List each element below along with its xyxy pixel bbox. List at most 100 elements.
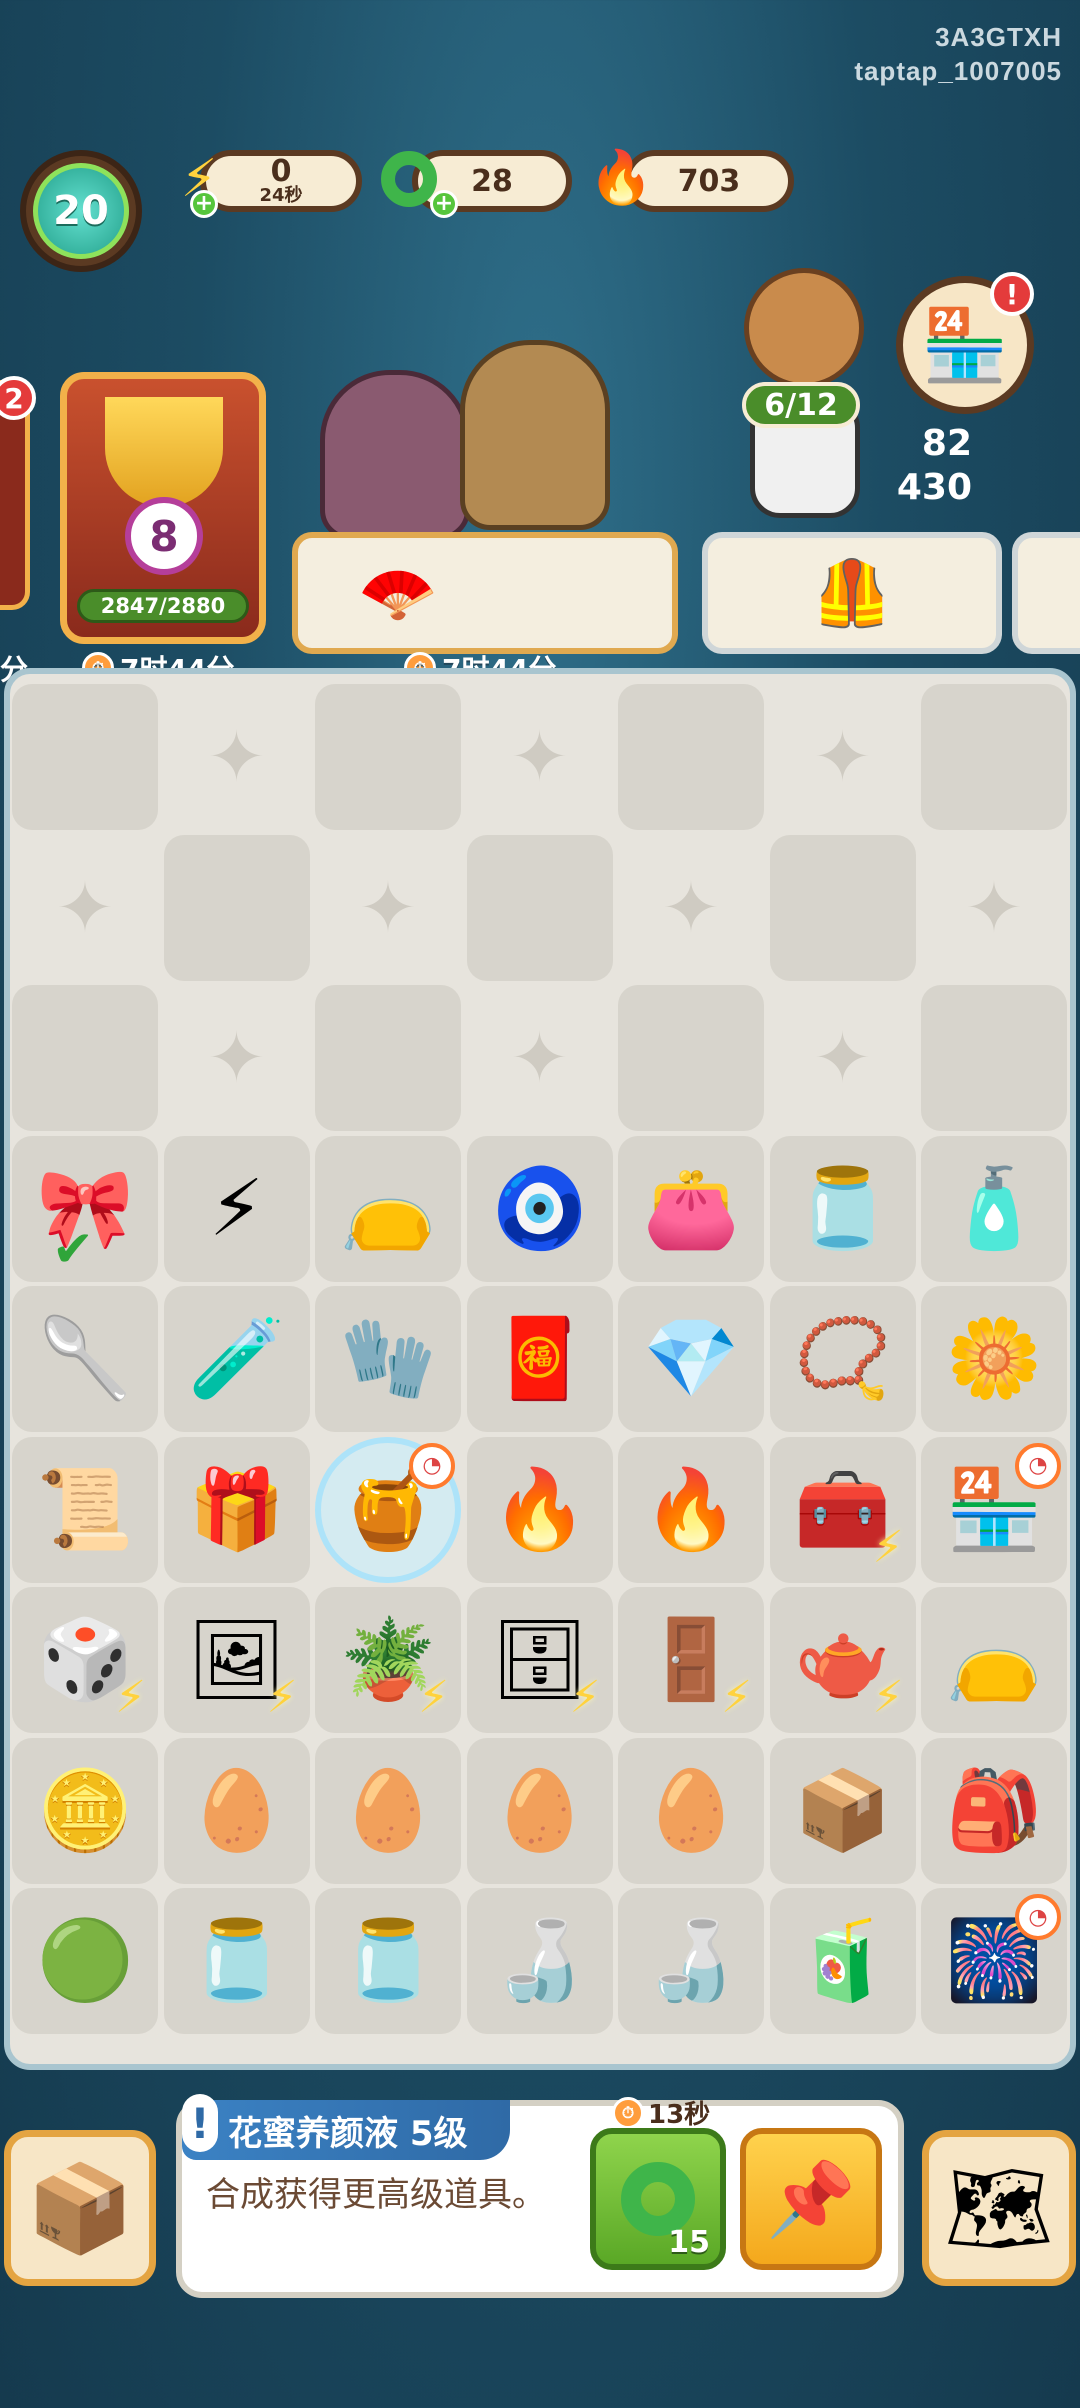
jade-coin-pile-item[interactable]: 🪙: [12, 1737, 158, 1884]
red-sack-icon: 🎒: [945, 1765, 1043, 1856]
necklace-item[interactable]: 📿: [769, 1286, 916, 1432]
honey-jar-small-icon: 🫙: [187, 1916, 286, 2006]
red-screen-item[interactable]: 🖼 ⚡: [163, 1587, 310, 1733]
map-pin-icon: 🗺: [944, 2158, 1054, 2259]
empty-bottle-item[interactable]: 🧪: [163, 1286, 310, 1432]
cooldown-timer-icon: ◔: [1015, 1442, 1061, 1489]
honey-jar-item[interactable]: 🍯 ◔: [315, 1436, 461, 1583]
treasure-chest-item[interactable]: 🧰 ⚡: [769, 1436, 916, 1583]
map-button[interactable]: 🗺: [922, 2130, 1076, 2286]
cooldown-timer-icon: ◔: [409, 1442, 455, 1489]
tea-packet-item[interactable]: 🎀 ✔: [12, 1135, 158, 1282]
cloth-item[interactable]: 🧤: [315, 1286, 461, 1432]
spoon-item[interactable]: 🥄: [12, 1286, 158, 1432]
egg-tray-medium-icon: 🥚: [490, 1765, 589, 1856]
festival-basket-item[interactable]: 🎆 ◔: [921, 1888, 1067, 2034]
vest-item-icon: 🦺: [812, 556, 892, 631]
energy-bolt-item[interactable]: ⚡: [163, 1135, 310, 1282]
stat-flames: 430: [896, 467, 972, 508]
perfume-bottle-icon: 🧴: [945, 1163, 1043, 1254]
sparkle-icon: ✦: [813, 1017, 872, 1099]
flame-value: 703: [677, 163, 741, 199]
honey-jar-medium-item[interactable]: 🫙: [315, 1888, 461, 2034]
gift-sack-item[interactable]: 🎁: [163, 1436, 310, 1583]
board-cell-empty: [315, 684, 461, 830]
order-card-partial[interactable]: [1012, 532, 1080, 654]
energy-value: 0: [270, 154, 292, 189]
energy-generator-icon: ⚡: [418, 1672, 449, 1723]
lavender-jar-item[interactable]: 🫙: [769, 1135, 916, 1282]
girl-portrait: [744, 268, 864, 388]
sparkle-icon: ✦: [964, 866, 1024, 949]
sealed-jar-large-item[interactable]: 🍶: [618, 1888, 764, 2034]
jade-pendant-icon: 🧿: [490, 1163, 589, 1254]
pin-item-button[interactable]: 📌: [740, 2128, 882, 2270]
egg-tray-large-item[interactable]: 🥚: [618, 1737, 764, 1884]
wooden-box-icon: 📦: [793, 1765, 892, 1856]
cream-pouch-item[interactable]: 👝: [315, 1135, 461, 1282]
tea-cup-item[interactable]: 🧃: [769, 1888, 916, 2034]
sell-for-coins-button[interactable]: 15: [590, 2128, 726, 2270]
earrings-item[interactable]: 💎: [618, 1286, 764, 1432]
flower-pot-item[interactable]: 🪴 ⚡: [315, 1587, 461, 1733]
trophy-progress: 2847/2880: [77, 589, 249, 623]
cream-pouch-icon: 👝: [339, 1163, 437, 1254]
sparkle-icon: ✦: [207, 716, 266, 798]
egg-tray-small-item[interactable]: 🥚: [315, 1737, 461, 1884]
egg-tray-medium-item[interactable]: 🥚: [466, 1737, 613, 1884]
market-stall-item[interactable]: 🏪 ◔: [921, 1436, 1067, 1583]
sparkle-icon: ✦: [510, 716, 569, 798]
shrine-cabinet-item[interactable]: 🚪 ⚡: [618, 1587, 764, 1733]
sealed-jar-large-icon: 🍶: [642, 1916, 740, 2006]
customer-characters[interactable]: [310, 330, 630, 540]
tray-item[interactable]: 🎲 ⚡: [12, 1587, 158, 1733]
gift-sack-icon: 🎁: [187, 1464, 286, 1555]
order-card-vest[interactable]: 🦺: [702, 532, 1002, 654]
egg-tray-large-icon: 🥚: [642, 1765, 740, 1856]
wooden-box-item[interactable]: 📦: [769, 1737, 916, 1884]
empty-bottle-icon: 🧪: [187, 1314, 286, 1404]
egg-item[interactable]: 🥚: [163, 1737, 310, 1884]
watermark-id: 3A3GTXH: [935, 22, 1062, 52]
perfume-bottle-item[interactable]: 🧴: [921, 1135, 1067, 1282]
stat-coins: 82: [921, 423, 972, 464]
honey-jar-medium-icon: 🫙: [339, 1916, 437, 2006]
trophy-card[interactable]: 8 2847/2880: [60, 372, 266, 644]
add-energy-button[interactable]: +: [190, 190, 218, 218]
watermark-user: taptap_1007005: [854, 56, 1062, 86]
orange-pouch-item[interactable]: 👝: [921, 1587, 1067, 1733]
red-envelope-item[interactable]: 🧧: [466, 1286, 613, 1432]
order-card[interactable]: 🪭: [292, 532, 678, 654]
sparkle-icon: ✦: [55, 866, 115, 949]
board-cell-empty: [921, 684, 1067, 830]
red-sack-item[interactable]: 🎒: [921, 1737, 1067, 1884]
jade-pendant-item[interactable]: 🧿: [466, 1135, 613, 1282]
earrings-icon: 💎: [642, 1314, 740, 1404]
energy-generator-icon: ⚡: [115, 1672, 146, 1723]
fan-item-icon: 🪭: [358, 556, 438, 631]
energy-generator-icon: ⚡: [266, 1672, 298, 1723]
board-cell-empty: [163, 834, 310, 981]
honey-jar-small-item[interactable]: 🫙: [163, 1888, 310, 2034]
gold-flower-item[interactable]: 🌼: [921, 1286, 1067, 1432]
purple-pouch-icon: 👛: [642, 1163, 740, 1254]
blue-flames-item[interactable]: 🔥: [618, 1436, 764, 1583]
sealed-jar-item[interactable]: 🍶: [466, 1888, 613, 2034]
add-coins-button[interactable]: +: [430, 190, 458, 218]
jade-coin-item[interactable]: 🟢: [12, 1888, 158, 2034]
tea-set-item[interactable]: 🫖 ⚡: [769, 1587, 916, 1733]
inventory-box-button[interactable]: 📦: [4, 2130, 156, 2286]
player-level-badge[interactable]: 20: [20, 150, 142, 272]
board-cell-locked: ✦: [12, 835, 158, 981]
wooden-cabinet-item[interactable]: 🗄 ⚡: [466, 1587, 613, 1733]
scroll-icon: 📜: [36, 1464, 134, 1555]
sparkle-icon: ✦: [813, 716, 872, 798]
sell-timer-text: 13秒: [648, 2100, 711, 2130]
purple-pouch-item[interactable]: 👛: [618, 1135, 764, 1282]
gold-flower-icon: 🌼: [945, 1314, 1043, 1404]
blue-flame-item[interactable]: 🔥: [466, 1436, 613, 1583]
egg-tray-small-icon: 🥚: [339, 1765, 437, 1856]
clock-icon: ⏱: [612, 2096, 644, 2129]
board-cell-empty: [921, 985, 1067, 1131]
scroll-item[interactable]: 📜: [12, 1436, 158, 1583]
